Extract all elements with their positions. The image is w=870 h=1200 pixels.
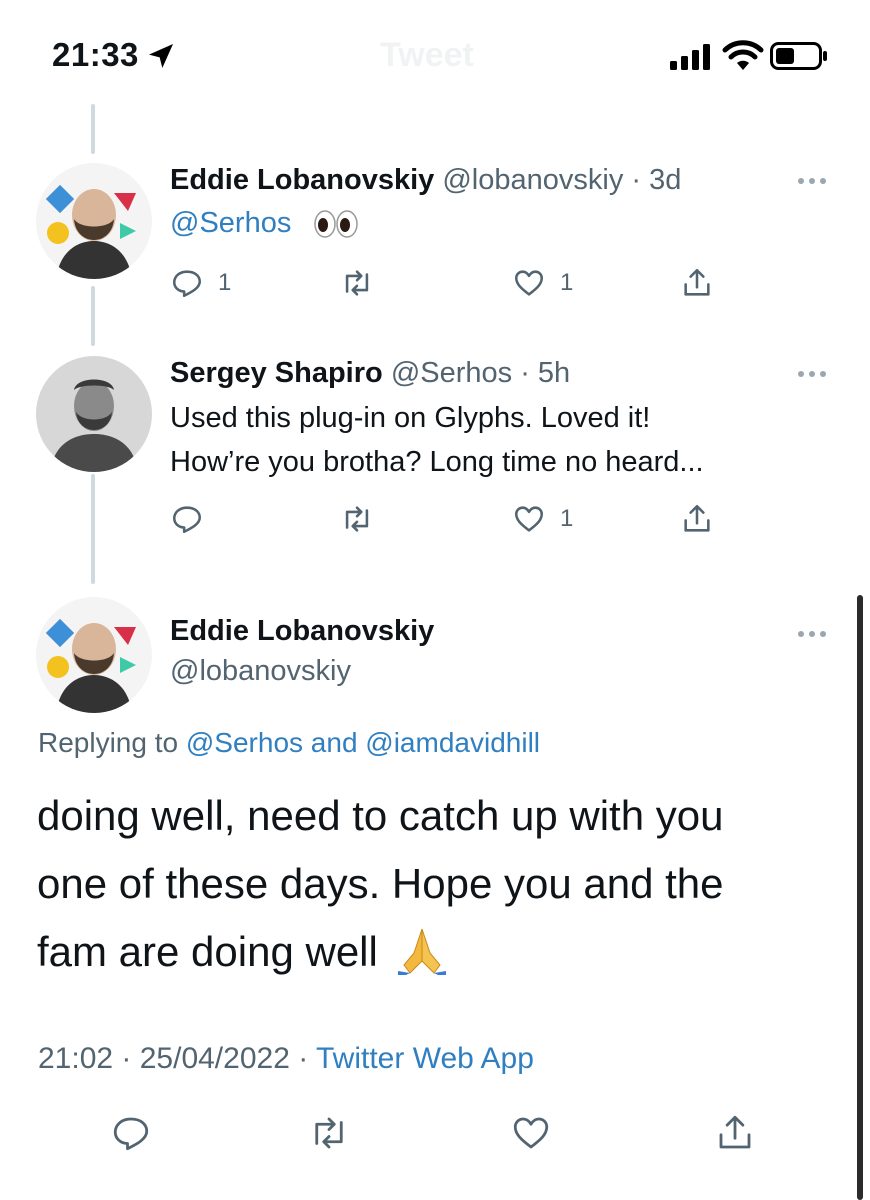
avatar-eddie-image [36, 597, 152, 713]
wifi-icon [722, 40, 764, 70]
status-time: 21:33 [52, 36, 139, 73]
main-tweet-time: 21:02 · 25/04/2022 · [38, 1042, 309, 1075]
share-button[interactable] [714, 1112, 756, 1154]
tweet-1-author-name[interactable]: Eddie Lobanovskiy [170, 164, 434, 196]
like-count: 1 [560, 505, 574, 532]
cellular-signal-icon [670, 44, 710, 70]
reply-count: 1 [218, 269, 232, 296]
tweet-1-mention[interactable]: @Serhos [170, 207, 291, 239]
avatar-eddie[interactable] [36, 163, 152, 279]
retweet-icon [345, 506, 369, 532]
tweet-2-header: Sergey Shapiro @Serhos · 5h [170, 357, 570, 390]
main-tweet-timestamp: 21:02 · 25/04/2022 · Twitter Web App [38, 1042, 534, 1076]
tweet-2-author-name[interactable]: Sergey Shapiro [170, 357, 383, 389]
tweet-1-actions: 1 1 [170, 266, 730, 302]
avatar-eddie[interactable] [36, 597, 152, 713]
main-tweet-line-1: doing well, need to catch up with you [37, 792, 724, 839]
main-tweet-handle-text: @lobanovskiy [170, 655, 351, 687]
like-button[interactable] [510, 1112, 552, 1154]
main-tweet-handle[interactable]: @lobanovskiy [170, 655, 351, 688]
share-button[interactable] [680, 266, 714, 300]
heart-icon [514, 270, 544, 296]
replying-to-line: Replying to @Serhos and @iamdavidhill [38, 727, 540, 759]
main-tweet-text: doing well, need to catch up with you on… [37, 782, 837, 986]
main-tweet-name-text: Eddie Lobanovskiy [170, 615, 435, 647]
battery-icon [770, 42, 827, 70]
location-arrow-icon [149, 44, 173, 68]
tweet-1-age: · 3d [631, 164, 682, 196]
tweet-1-text: @Serhos [170, 201, 359, 245]
reply-icon [113, 1117, 149, 1151]
like-button[interactable]: 1 [512, 266, 573, 300]
thread-line-top [91, 104, 95, 154]
share-icon [684, 268, 710, 296]
reply-button[interactable]: 1 [170, 266, 231, 300]
avatar-sergey-image [36, 356, 152, 472]
tweet-1-handle[interactable]: @lobanovskiy [442, 164, 623, 196]
tweet-2-line-2: How’re you brotha? Long time no heard... [170, 446, 704, 478]
main-tweet-actions [110, 1112, 790, 1156]
retweet-icon [315, 1117, 343, 1149]
main-tweet-line-3: fam are doing well [37, 928, 378, 975]
like-count: 1 [560, 269, 574, 296]
avatar-sergey[interactable] [36, 356, 152, 472]
tweet-1-header: Eddie Lobanovskiy @lobanovskiy · 3d [170, 164, 681, 197]
tweet-2-text: Used this plug-in on Glyphs. Loved it! H… [170, 396, 704, 484]
thread-line-middle [91, 286, 95, 346]
replying-to-mentions[interactable]: @Serhos and @iamdavidhill [186, 727, 540, 758]
reply-icon [172, 270, 202, 298]
retweet-button[interactable] [308, 1112, 350, 1154]
status-bar: 21:33 Tweet [0, 0, 870, 110]
share-button[interactable] [680, 502, 714, 536]
reply-button[interactable] [110, 1112, 152, 1154]
more-icon[interactable] [798, 368, 832, 380]
main-tweet-line-3-wrap: fam are doing well [37, 918, 837, 986]
heart-icon [513, 1117, 549, 1149]
thread-line-bottom [91, 474, 95, 584]
retweet-button[interactable] [340, 266, 374, 300]
tweet-2-age: · 5h [520, 357, 571, 389]
main-tweet-source[interactable]: Twitter Web App [316, 1042, 534, 1075]
avatar-eddie-image [36, 163, 152, 279]
like-button[interactable]: 1 [512, 502, 573, 536]
scrollbar[interactable] [857, 595, 863, 1200]
share-icon [684, 504, 710, 532]
tweet-2-actions: 1 [170, 502, 730, 538]
replying-to-prefix: Replying to [38, 727, 179, 758]
eyes-emoji-icon [314, 210, 359, 239]
share-icon [719, 1115, 751, 1149]
reply-button[interactable] [170, 502, 204, 536]
main-tweet-line-2: one of these days. Hope you and the [37, 860, 724, 907]
faded-header-title: Tweet [380, 36, 474, 74]
tweet-2-handle[interactable]: @Serhos [391, 357, 512, 389]
folded-hands-emoji-icon [397, 928, 446, 975]
heart-icon [514, 506, 544, 532]
main-tweet-author-name[interactable]: Eddie Lobanovskiy [170, 615, 434, 648]
tweet-2-line-1: Used this plug-in on Glyphs. Loved it! [170, 402, 651, 434]
retweet-icon [345, 270, 369, 296]
retweet-button[interactable] [340, 502, 374, 536]
more-icon[interactable] [798, 175, 832, 187]
reply-icon [172, 506, 202, 534]
more-icon[interactable] [798, 628, 832, 640]
